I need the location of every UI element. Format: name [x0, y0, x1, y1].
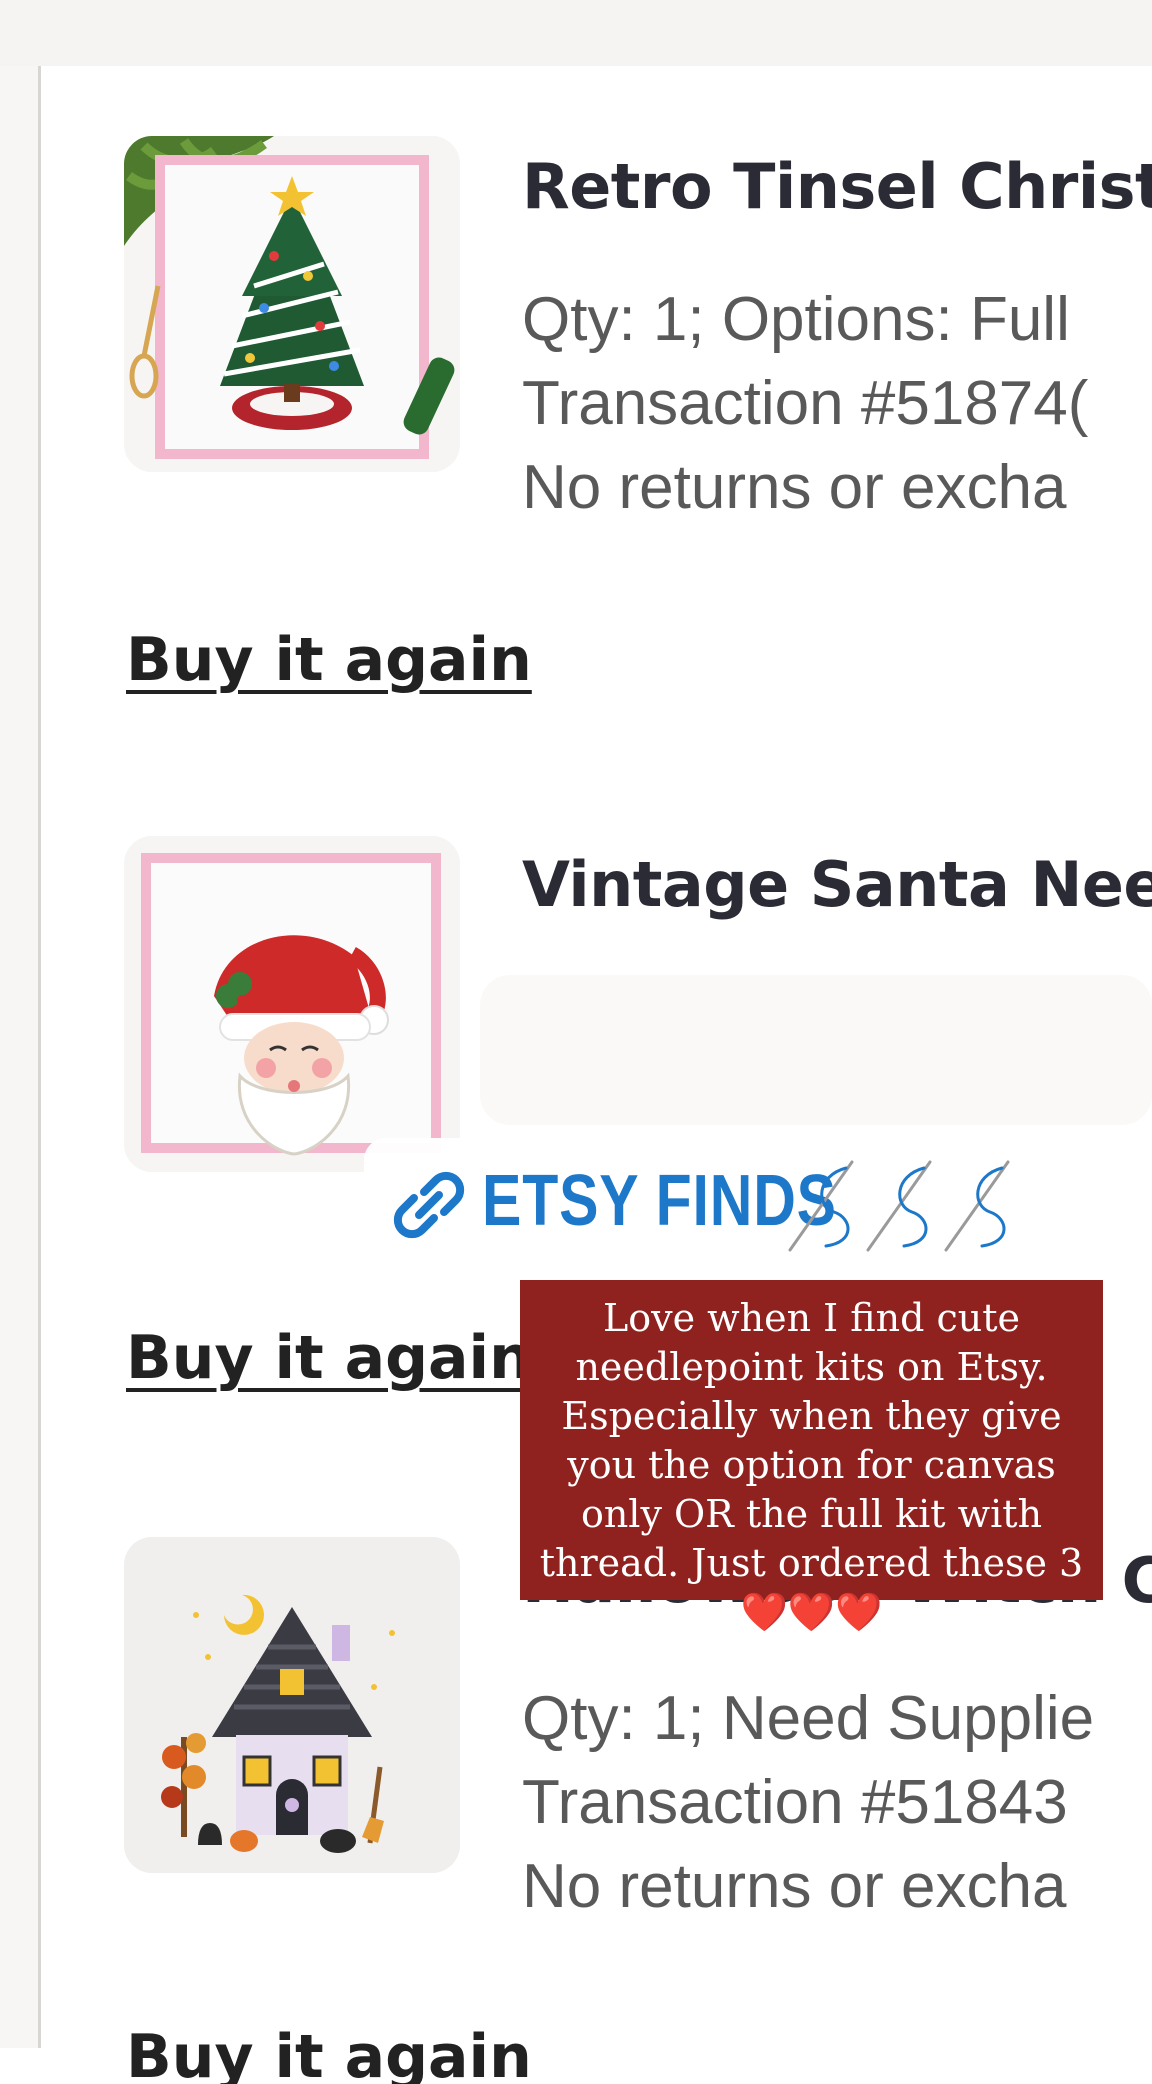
link-icon: [393, 1171, 465, 1239]
order-details: Qty: 1; Options: Full Transaction #51874…: [522, 278, 1088, 530]
buy-again-link[interactable]: Buy it again: [126, 625, 532, 695]
order-title[interactable]: Vintage Santa Nee(: [522, 848, 1152, 921]
order-quantity-options: Qty: 1; Options: Full: [522, 285, 1070, 354]
santa-kit-thumbnail[interactable]: [124, 836, 460, 1172]
top-status-area: [0, 0, 1152, 66]
order-return-policy: No returns or excha: [522, 1852, 1067, 1921]
order-transaction-number: Transaction #51874(: [522, 369, 1089, 438]
santa-image: [124, 836, 460, 1172]
christmas-tree-image: [124, 136, 460, 472]
etsy-finds-link-sticker[interactable]: ETSY FINDS: [364, 1138, 1064, 1268]
etsy-finds-label: ETSY FINDS: [482, 1161, 837, 1241]
christmas-tree-kit-thumbnail[interactable]: [124, 136, 460, 472]
order-quantity-options: Qty: 1; Need Supplie: [522, 1684, 1095, 1753]
order-transaction-number: Transaction #51843: [522, 1768, 1068, 1837]
blurred-order-details: [480, 975, 1152, 1125]
order-title[interactable]: Retro Tinsel Christr: [522, 150, 1152, 223]
heart-emojis: ❤️❤️❤️: [740, 1590, 883, 1634]
needle-thread-icons: [788, 1160, 1010, 1252]
buy-again-link[interactable]: Buy it again: [126, 2022, 532, 2084]
buy-again-link[interactable]: Buy it again: [126, 1323, 532, 1393]
witch-house-image: [124, 1537, 460, 1873]
story-caption-box: Love when I find cute needlepoint kits o…: [520, 1280, 1103, 1634]
caption-text: Love when I find cute needlepoint kits o…: [539, 1296, 1084, 1585]
left-edge-rail: [0, 66, 41, 2048]
order-details: Qty: 1; Need Supplie Transaction #51843 …: [522, 1677, 1094, 1929]
halloween-house-kit-thumbnail[interactable]: [124, 1537, 460, 1873]
order-return-policy: No returns or excha: [522, 453, 1067, 522]
